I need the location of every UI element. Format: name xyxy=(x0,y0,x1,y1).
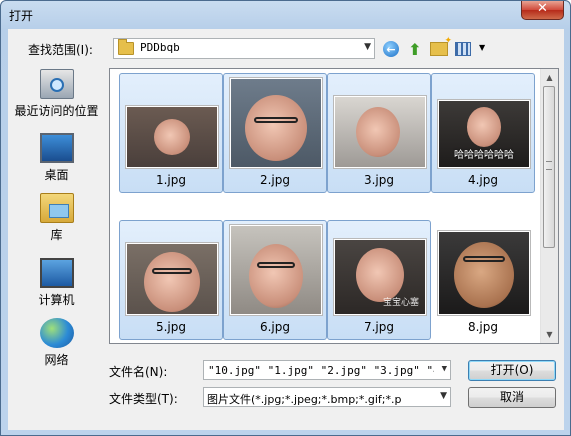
scrollbar-thumb[interactable] xyxy=(543,86,555,248)
up-one-level-button[interactable]: ⬆ xyxy=(404,38,426,60)
file-name: 4.jpg xyxy=(467,173,499,187)
desktop-icon xyxy=(39,133,74,163)
title-bar[interactable]: 打开 ✕ xyxy=(1,1,570,29)
file-item[interactable]: 6.jpg xyxy=(223,220,327,340)
window-title: 打开 xyxy=(9,9,34,23)
file-item[interactable]: 1.jpg xyxy=(119,73,223,193)
view-menu-icon xyxy=(455,42,471,56)
recent-places-icon xyxy=(39,69,74,99)
place-computer[interactable]: 计算机 xyxy=(8,258,105,308)
chevron-down-icon[interactable]: ▼ xyxy=(364,42,371,52)
up-arrow-icon: ⬆ xyxy=(408,39,422,59)
folder-icon xyxy=(118,39,134,55)
network-icon xyxy=(39,318,74,348)
views-menu-button[interactable] xyxy=(452,38,474,60)
file-name: 8.jpg xyxy=(467,320,499,334)
libraries-icon xyxy=(39,193,74,223)
file-name: 2.jpg xyxy=(259,173,291,187)
thumbnail xyxy=(334,96,426,168)
file-name-combobox[interactable]: "10.jpg" "1.jpg" "2.jpg" "3.jpg" "4.j ▼ xyxy=(203,360,451,380)
place-desktop[interactable]: 桌面 xyxy=(8,133,105,183)
file-name: 1.jpg xyxy=(155,173,187,187)
views-dropdown-icon[interactable]: ▼ xyxy=(479,43,485,52)
look-in-label: 查找范围(I): xyxy=(28,43,93,57)
file-name: 5.jpg xyxy=(155,320,187,334)
thumbnail xyxy=(126,106,218,168)
back-button[interactable]: ← xyxy=(380,38,402,60)
dialog-client-area: 查找范围(I): PDDbqb ▼ ← ⬆ ▼ 最近访问的位置 桌面 库 xyxy=(8,29,564,430)
open-button[interactable]: 打开(O) xyxy=(468,360,556,381)
thumbnail xyxy=(126,243,218,315)
file-item[interactable]: 8.jpg xyxy=(431,220,535,340)
file-name: 7.jpg xyxy=(363,320,395,334)
open-file-dialog: 打开 ✕ 查找范围(I): PDDbqb ▼ ← ⬆ ▼ 最近访问的位置 桌面 … xyxy=(0,0,571,436)
place-network[interactable]: 网络 xyxy=(8,318,105,368)
thumbnail-caption: 宝宝心塞 xyxy=(382,298,419,308)
place-label: 桌面 xyxy=(44,168,69,182)
place-label: 计算机 xyxy=(38,293,75,307)
file-list-view[interactable]: 1.jpg 2.jpg 3.jpg 哈哈哈哈哈哈 4.jpg 5.jpg 6.j… xyxy=(109,68,559,344)
file-item[interactable]: 5.jpg xyxy=(119,220,223,340)
chevron-down-icon[interactable]: ▼ xyxy=(440,391,447,401)
thumbnail: 哈哈哈哈哈哈 xyxy=(438,100,530,168)
close-button[interactable]: ✕ xyxy=(521,1,564,20)
thumbnail-caption: 哈哈哈哈哈哈 xyxy=(454,150,514,161)
thumbnail xyxy=(438,231,530,315)
thumbnail: 宝宝心塞 xyxy=(334,239,426,315)
places-bar: 最近访问的位置 桌面 库 计算机 网络 xyxy=(8,69,105,369)
place-label: 最近访问的位置 xyxy=(14,104,99,118)
file-type-label: 文件类型(T): xyxy=(109,392,178,406)
file-item[interactable]: 哈哈哈哈哈哈 4.jpg xyxy=(431,73,535,193)
file-name: 3.jpg xyxy=(363,173,395,187)
file-item[interactable]: 3.jpg xyxy=(327,73,431,193)
file-item[interactable]: 宝宝心塞 7.jpg xyxy=(327,220,431,340)
look-in-combobox[interactable]: PDDbqb ▼ xyxy=(113,38,375,59)
back-arrow-icon: ← xyxy=(383,41,399,57)
close-icon: ✕ xyxy=(537,1,548,16)
file-item[interactable]: 2.jpg xyxy=(223,73,327,193)
computer-icon xyxy=(39,258,74,288)
new-folder-button[interactable] xyxy=(428,36,452,60)
file-type-select[interactable]: 图片文件(*.jpg;*.jpeg;*.bmp;*.gif;*.p ▼ xyxy=(203,387,451,407)
look-in-value: PDDbqb xyxy=(140,41,180,54)
thumbnail xyxy=(230,225,322,315)
place-label: 网络 xyxy=(44,353,69,367)
cancel-button[interactable]: 取消 xyxy=(468,387,556,408)
file-type-value: 图片文件(*.jpg;*.jpeg;*.bmp;*.gif;*.p xyxy=(207,393,402,406)
new-folder-icon xyxy=(430,36,452,56)
place-label: 库 xyxy=(50,228,63,242)
scroll-down-arrow-icon[interactable]: ▼ xyxy=(541,326,558,343)
file-name-label: 文件名(N): xyxy=(109,365,168,379)
vertical-scrollbar[interactable]: ▲ ▼ xyxy=(540,69,558,343)
chevron-down-icon[interactable]: ▼ xyxy=(442,364,447,374)
thumbnail xyxy=(230,78,322,168)
scroll-up-arrow-icon[interactable]: ▲ xyxy=(541,69,558,86)
file-name: 6.jpg xyxy=(259,320,291,334)
place-libraries[interactable]: 库 xyxy=(8,193,105,243)
place-recent[interactable]: 最近访问的位置 xyxy=(8,69,105,119)
file-name-value[interactable]: "10.jpg" "1.jpg" "2.jpg" "3.jpg" "4.j xyxy=(208,364,434,377)
